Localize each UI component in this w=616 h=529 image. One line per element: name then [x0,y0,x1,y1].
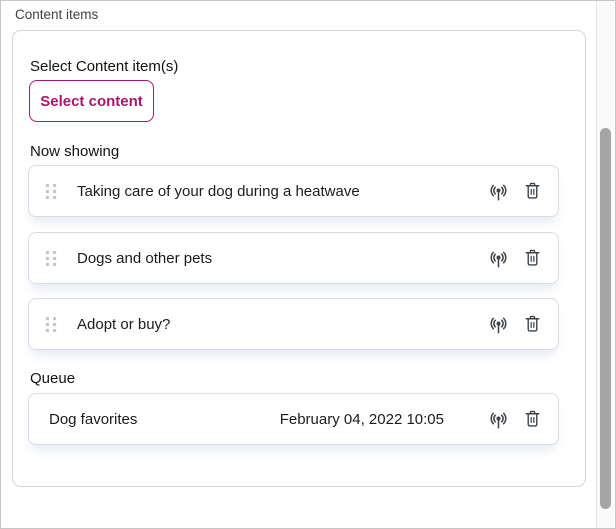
trash-icon[interactable] [520,179,544,203]
broadcast-icon[interactable] [486,312,510,336]
now-showing-label: Now showing [30,143,119,160]
broadcast-icon[interactable] [486,179,510,203]
content-item-card: Adopt or buy? [28,298,559,350]
queue-item-title: Dog favorites [49,411,280,428]
scrollbar-track[interactable] [596,1,614,528]
queue-item-card: Dog favorites February 04, 2022 10:05 [28,393,559,445]
trash-icon[interactable] [520,246,544,270]
queue-label: Queue [30,370,75,387]
queue-item-date: February 04, 2022 10:05 [280,411,444,428]
trash-icon[interactable] [520,407,544,431]
content-item-title: Dogs and other pets [77,250,486,267]
trash-icon[interactable] [520,312,544,336]
drag-handle-icon[interactable] [45,317,57,332]
content-items-widget: Content items Select Content item(s) Sel… [0,0,616,529]
scrollbar-thumb[interactable] [600,128,611,509]
broadcast-icon[interactable] [486,246,510,270]
content-item-title: Adopt or buy? [77,316,486,333]
select-content-button[interactable]: Select content [29,80,154,122]
content-item-title: Taking care of your dog during a heatwav… [77,183,486,200]
field-label: Content items [15,7,98,22]
content-item-card: Taking care of your dog during a heatwav… [28,165,559,217]
broadcast-icon[interactable] [486,407,510,431]
select-content-label: Select Content item(s) [30,58,178,75]
drag-handle-icon[interactable] [45,184,57,199]
drag-handle-icon[interactable] [45,251,57,266]
content-item-card: Dogs and other pets [28,232,559,284]
content-items-panel: Select Content item(s) Select content No… [12,30,586,487]
